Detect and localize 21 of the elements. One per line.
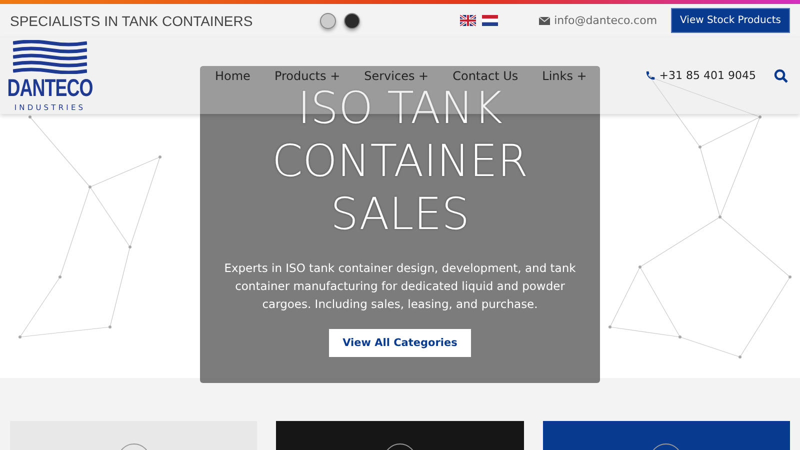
view-stock-button[interactable]: View Stock Products xyxy=(671,8,790,33)
hero-text: Experts in ISO tank container design, development, and tank container manufacturing for dedicated liquid and powder cargoes. Including sales, leasing, and purchase. xyxy=(223,260,577,313)
light-theme-button[interactable] xyxy=(320,12,336,28)
nav-link[interactable]: Services + xyxy=(364,68,429,82)
waves-logo-icon xyxy=(13,40,87,74)
logo-name: DANTECO xyxy=(7,74,93,102)
hero-title: ISO TANK CONTAINER SALES xyxy=(270,82,530,241)
nav-link[interactable]: Products + xyxy=(274,68,340,82)
view-categories-button[interactable]: View All Categories xyxy=(328,329,472,357)
uk-flag-icon[interactable] xyxy=(460,15,476,26)
dark-theme-button[interactable] xyxy=(344,12,360,28)
nav-link[interactable]: Links + xyxy=(542,68,587,82)
phone-icon xyxy=(645,70,656,81)
nav-link[interactable]: Contact Us xyxy=(452,68,518,82)
search-icon[interactable] xyxy=(774,68,788,82)
nav-link[interactable]: Home xyxy=(215,68,250,82)
netherlands-flag-icon[interactable] xyxy=(482,15,498,26)
envelope-icon xyxy=(539,16,550,24)
phone-link[interactable]: +31 85 401 9045 xyxy=(645,69,756,82)
tagline: SPECIALISTS IN TANK CONTAINERS xyxy=(10,12,254,28)
email-link[interactable]: info@danteco.com xyxy=(539,14,658,27)
